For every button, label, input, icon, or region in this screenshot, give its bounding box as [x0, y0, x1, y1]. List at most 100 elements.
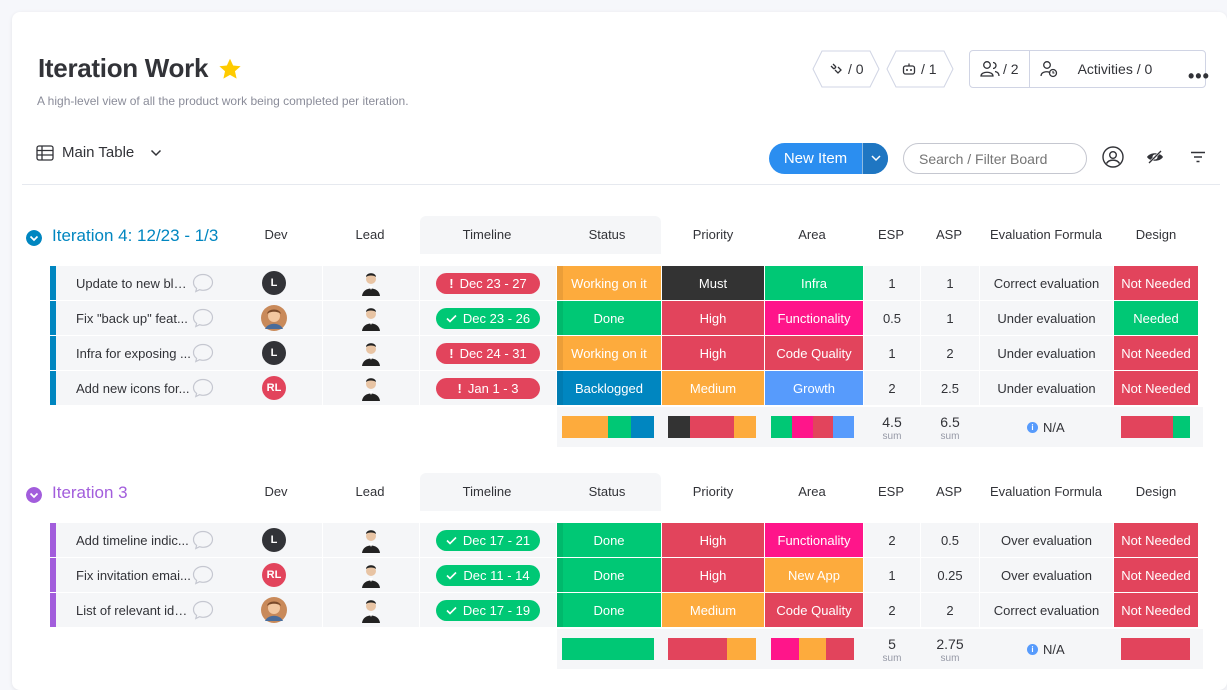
table-row[interactable]: Fix "back up" feat... Dec 23 - 26 Done H…	[50, 301, 1210, 335]
area-cell[interactable]: Code Quality	[765, 593, 863, 627]
dev-cell[interactable]: RL	[226, 558, 322, 592]
esp-cell[interactable]: 1	[864, 266, 920, 300]
item-name-cell[interactable]: Add new icons for...	[50, 371, 226, 405]
lead-cell[interactable]	[323, 523, 419, 557]
asp-cell[interactable]: 2	[921, 593, 979, 627]
comment-icon[interactable]	[192, 273, 214, 293]
priority-cell[interactable]: High	[662, 336, 764, 370]
item-name-cell[interactable]: Fix "back up" feat...	[50, 301, 226, 335]
design-cell[interactable]: Not Needed	[1114, 558, 1198, 592]
group-title[interactable]: Iteration 3	[52, 483, 128, 503]
asp-cell[interactable]: 2.5	[921, 371, 979, 405]
search-input[interactable]	[903, 143, 1087, 174]
more-options-icon[interactable]: •••	[1188, 66, 1210, 87]
table-row[interactable]: Infra for exposing ... L ! Dec 24 - 31 Wo…	[50, 336, 1210, 370]
item-name-cell[interactable]: Update to new blu...	[50, 266, 226, 300]
esp-cell[interactable]: 2	[864, 371, 920, 405]
column-header-timeline[interactable]: Timeline	[417, 484, 557, 499]
area-cell[interactable]: Functionality	[765, 301, 863, 335]
members-button[interactable]: / 2	[970, 51, 1029, 87]
status-cell[interactable]: Working on it	[557, 336, 661, 370]
timeline-cell[interactable]: Dec 17 - 19	[420, 593, 556, 627]
priority-cell[interactable]: Must	[662, 266, 764, 300]
column-header-design[interactable]: Design	[1086, 227, 1226, 242]
timeline-cell[interactable]: Dec 17 - 21	[420, 523, 556, 557]
area-summary-bar[interactable]	[771, 638, 854, 660]
area-cell[interactable]: Growth	[765, 371, 863, 405]
table-row[interactable]: List of relevant ids... Dec 17 - 19 Done…	[50, 593, 1210, 627]
status-summary-bar[interactable]	[562, 416, 654, 438]
item-name-cell[interactable]: Add timeline indic...	[50, 523, 226, 557]
priority-cell[interactable]: High	[662, 523, 764, 557]
lead-cell[interactable]	[323, 371, 419, 405]
avatar[interactable]: L	[262, 341, 286, 365]
info-icon[interactable]: i	[1027, 644, 1038, 655]
design-cell[interactable]: Needed	[1114, 301, 1198, 335]
info-icon[interactable]: i	[1027, 422, 1038, 433]
area-cell[interactable]: Infra	[765, 266, 863, 300]
star-icon[interactable]	[217, 56, 243, 82]
dev-cell[interactable]: RL	[226, 371, 322, 405]
dev-cell[interactable]: L	[226, 266, 322, 300]
design-cell[interactable]: Not Needed	[1114, 371, 1198, 405]
lead-cell[interactable]	[323, 593, 419, 627]
status-cell[interactable]: Backlogged	[557, 371, 661, 405]
asp-cell[interactable]: 0.25	[921, 558, 979, 592]
avatar[interactable]: L	[262, 271, 286, 295]
person-filter-icon[interactable]	[1101, 145, 1125, 169]
table-row[interactable]: Add timeline indic... L Dec 17 - 21 Done…	[50, 523, 1210, 557]
table-row[interactable]: Fix invitation emai... RL Dec 11 - 14 Do…	[50, 558, 1210, 592]
comment-icon[interactable]	[192, 530, 214, 550]
column-header-design[interactable]: Design	[1086, 484, 1226, 499]
lead-cell[interactable]	[323, 336, 419, 370]
area-summary-bar[interactable]	[771, 416, 854, 438]
comment-icon[interactable]	[192, 308, 214, 328]
design-cell[interactable]: Not Needed	[1114, 266, 1198, 300]
column-header-timeline[interactable]: Timeline	[417, 227, 557, 242]
new-item-button[interactable]: New Item	[769, 143, 888, 174]
view-selector[interactable]: Main Table	[36, 144, 162, 161]
priority-summary-bar[interactable]	[668, 638, 756, 660]
dev-cell[interactable]	[226, 301, 322, 335]
design-cell[interactable]: Not Needed	[1114, 336, 1198, 370]
timeline-cell[interactable]: Dec 11 - 14	[420, 558, 556, 592]
hide-icon[interactable]	[1146, 149, 1164, 165]
asp-cell[interactable]: 1	[921, 301, 979, 335]
board-title[interactable]: Iteration Work	[38, 53, 208, 84]
design-summary-bar[interactable]	[1121, 638, 1190, 660]
dev-cell[interactable]: L	[226, 336, 322, 370]
dev-cell[interactable]: L	[226, 523, 322, 557]
timeline-cell[interactable]: Dec 23 - 26	[420, 301, 556, 335]
design-cell[interactable]: Not Needed	[1114, 523, 1198, 557]
activities-button[interactable]: Activities / 0	[1030, 51, 1163, 87]
item-name-cell[interactable]: Fix invitation emai...	[50, 558, 226, 592]
esp-cell[interactable]: 2	[864, 523, 920, 557]
timeline-cell[interactable]: ! Jan 1 - 3	[420, 371, 556, 405]
esp-cell[interactable]: 0.5	[864, 301, 920, 335]
group-collapse-icon[interactable]	[26, 230, 42, 246]
status-cell[interactable]: Done	[557, 558, 661, 592]
new-item-dropdown[interactable]	[862, 143, 888, 174]
dev-cell[interactable]	[226, 593, 322, 627]
table-row[interactable]: Update to new blu... L ! Dec 23 - 27 Work…	[50, 266, 1210, 300]
asp-cell[interactable]: 0.5	[921, 523, 979, 557]
sort-filter-icon[interactable]	[1190, 151, 1206, 163]
avatar-photo[interactable]	[261, 597, 287, 623]
status-summary-bar[interactable]	[562, 638, 654, 660]
avatar[interactable]: L	[262, 528, 286, 552]
avatar[interactable]: RL	[262, 563, 286, 587]
table-row[interactable]: Add new icons for... RL ! Jan 1 - 3 Backl…	[50, 371, 1210, 405]
priority-cell[interactable]: Medium	[662, 593, 764, 627]
timeline-cell[interactable]: ! Dec 24 - 31	[420, 336, 556, 370]
asp-cell[interactable]: 2	[921, 336, 979, 370]
comment-icon[interactable]	[192, 343, 214, 363]
esp-cell[interactable]: 1	[864, 558, 920, 592]
status-cell[interactable]: Done	[557, 301, 661, 335]
area-cell[interactable]: Code Quality	[765, 336, 863, 370]
asp-cell[interactable]: 1	[921, 266, 979, 300]
design-cell[interactable]: Not Needed	[1114, 593, 1198, 627]
item-name-cell[interactable]: Infra for exposing ...	[50, 336, 226, 370]
area-cell[interactable]: New App	[765, 558, 863, 592]
priority-cell[interactable]: High	[662, 558, 764, 592]
area-cell[interactable]: Functionality	[765, 523, 863, 557]
